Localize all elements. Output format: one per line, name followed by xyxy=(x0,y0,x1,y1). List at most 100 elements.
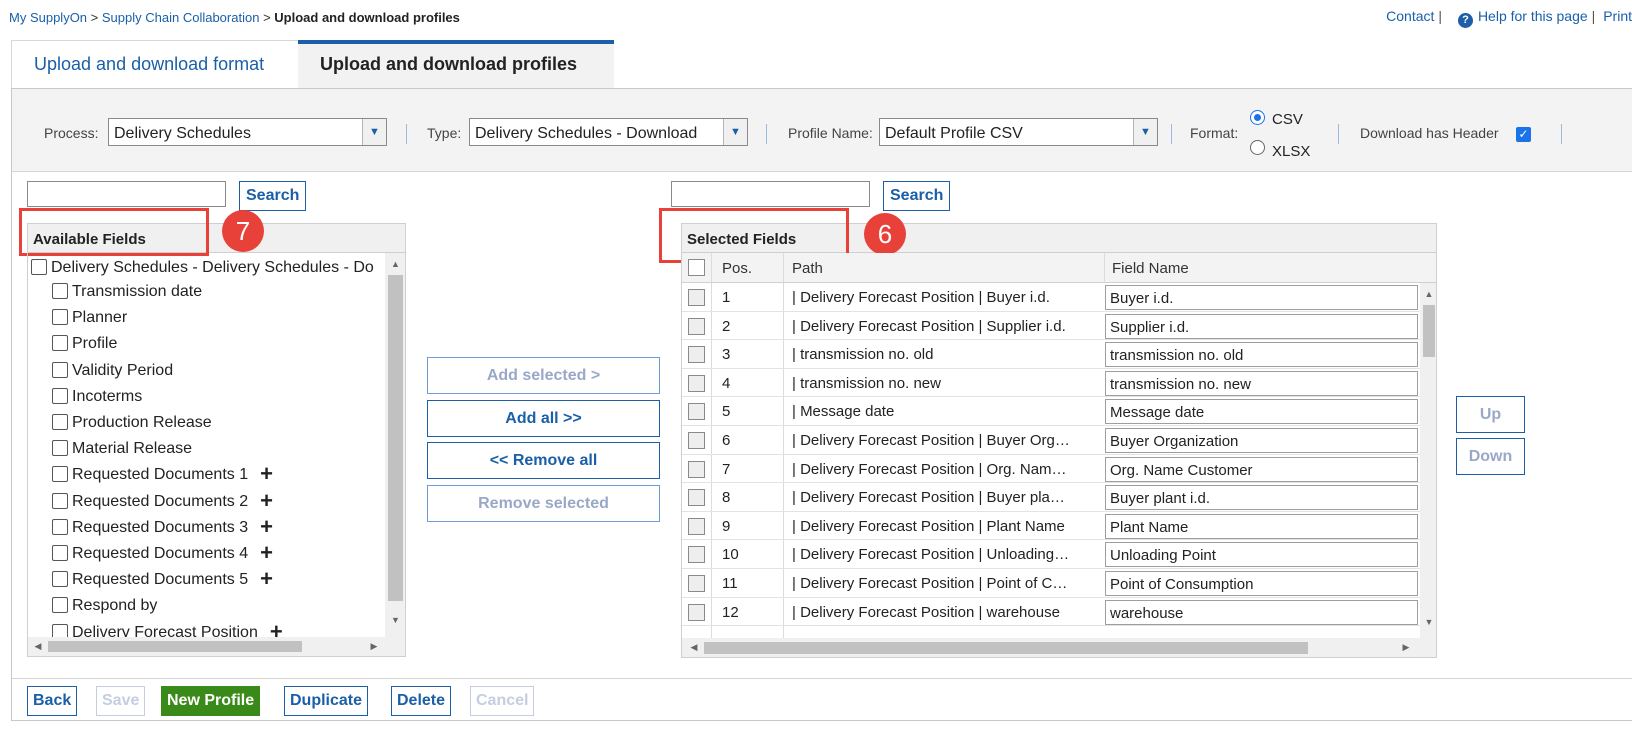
available-search-button[interactable]: Search xyxy=(239,181,307,211)
plus-icon[interactable]: + xyxy=(260,540,273,565)
field-name-input[interactable]: Message date xyxy=(1105,399,1418,425)
table-row[interactable]: 10 | Delivery Forecast Position | Unloadi… xyxy=(682,540,1420,569)
new-profile-button[interactable]: New Profile xyxy=(161,686,261,716)
scroll-down-icon[interactable]: ▼ xyxy=(385,615,405,625)
checkbox-icon[interactable] xyxy=(52,597,68,614)
field-name-input[interactable]: Buyer i.d. xyxy=(1105,285,1418,310)
checkbox-icon[interactable] xyxy=(52,466,68,483)
available-search-input[interactable] xyxy=(27,181,226,207)
tree-item[interactable]: Requested Documents 4 + xyxy=(52,542,273,569)
checkbox-icon[interactable] xyxy=(52,440,68,457)
scrollbar-thumb[interactable] xyxy=(704,642,1308,654)
download-header-checkbox[interactable]: ✓ xyxy=(1516,127,1531,142)
save-button[interactable]: Save xyxy=(96,686,146,716)
format-xlsx-radio[interactable] xyxy=(1250,140,1265,155)
plus-icon[interactable]: + xyxy=(260,566,273,591)
table-row[interactable]: 2 | Delivery Forecast Position | Supplier… xyxy=(682,312,1420,341)
horizontal-scrollbar[interactable]: ◀ ▶ xyxy=(682,638,1436,657)
type-select[interactable]: Delivery Schedules - Download ▼ xyxy=(469,118,748,146)
profile-name-select[interactable]: Default Profile CSV ▼ xyxy=(879,118,1158,146)
row-checkbox[interactable] xyxy=(688,374,705,392)
checkbox-icon[interactable] xyxy=(52,387,68,404)
row-checkbox[interactable] xyxy=(688,403,705,421)
vertical-scrollbar[interactable]: ▲ ▼ xyxy=(1420,283,1436,638)
scrollbar-thumb[interactable] xyxy=(388,275,403,601)
duplicate-button[interactable]: Duplicate xyxy=(284,686,369,716)
plus-icon[interactable]: + xyxy=(260,461,273,486)
tree-item[interactable]: Planner xyxy=(52,309,127,333)
remove-selected-button[interactable]: Remove selected xyxy=(427,485,660,522)
chevron-down-icon[interactable]: ▼ xyxy=(362,119,386,145)
chevron-down-icon[interactable]: ▼ xyxy=(1133,119,1157,145)
tree-item[interactable]: Profile xyxy=(52,335,117,359)
row-checkbox[interactable] xyxy=(688,546,705,564)
print-link[interactable]: Print xyxy=(1603,8,1632,24)
move-down-button[interactable]: Down xyxy=(1456,438,1525,475)
table-row[interactable]: 3 | transmission no. old transmission no. … xyxy=(682,340,1420,369)
scroll-right-icon[interactable]: ▶ xyxy=(368,641,380,652)
delete-button[interactable]: Delete xyxy=(391,686,452,716)
back-button[interactable]: Back xyxy=(27,686,78,716)
checkbox-icon[interactable] xyxy=(31,259,47,275)
row-checkbox[interactable] xyxy=(688,575,705,592)
row-checkbox[interactable] xyxy=(688,603,705,621)
contact-link[interactable]: Contact xyxy=(1386,8,1434,24)
checkbox-icon[interactable] xyxy=(52,518,68,535)
row-checkbox[interactable] xyxy=(688,517,705,535)
chevron-down-icon[interactable]: ▼ xyxy=(723,119,747,145)
field-name-input[interactable]: Point of Consumption xyxy=(1105,571,1418,596)
row-checkbox[interactable] xyxy=(688,432,705,449)
checkbox-icon[interactable] xyxy=(52,492,68,509)
scroll-down-icon[interactable]: ▼ xyxy=(1420,617,1436,627)
field-name-input[interactable]: Plant Name xyxy=(1105,513,1418,539)
cancel-button[interactable]: Cancel xyxy=(470,686,535,716)
checkbox-icon[interactable] xyxy=(52,545,68,561)
scroll-left-icon[interactable]: ◀ xyxy=(32,641,44,652)
scrollbar-thumb[interactable] xyxy=(1423,305,1435,357)
row-checkbox[interactable] xyxy=(688,489,705,507)
checkbox-icon[interactable] xyxy=(52,309,68,326)
table-row[interactable]: 11 | Delivery Forecast Position | Point o… xyxy=(682,569,1420,598)
plus-icon[interactable]: + xyxy=(260,514,273,539)
table-row[interactable]: 4 | transmission no. new transmission no. … xyxy=(682,369,1420,398)
breadcrumb-supply-chain[interactable]: Supply Chain Collaboration xyxy=(102,10,260,25)
table-row[interactable]: 7 | Delivery Forecast Position | Org. Nam… xyxy=(682,455,1420,484)
tree-item[interactable]: Validity Period xyxy=(52,361,173,386)
field-name-input[interactable]: Supplier i.d. xyxy=(1105,313,1418,339)
selected-search-input[interactable] xyxy=(671,181,870,207)
table-row[interactable]: 12 | Delivery Forecast Position | warehou… xyxy=(682,598,1420,627)
row-checkbox[interactable] xyxy=(688,346,705,364)
breadcrumb-my-supplyon[interactable]: My SupplyOn xyxy=(9,10,87,25)
checkbox-icon[interactable] xyxy=(52,335,68,352)
add-all-button[interactable]: Add all >> xyxy=(427,400,660,437)
tree-item[interactable]: Transmission date xyxy=(52,283,202,307)
plus-icon[interactable]: + xyxy=(260,488,273,513)
scroll-right-icon[interactable]: ▶ xyxy=(1400,642,1412,653)
table-row[interactable]: 6 | Delivery Forecast Position | Buyer Or… xyxy=(682,426,1420,455)
checkbox-icon[interactable] xyxy=(52,283,68,299)
tab-upload-download-profiles[interactable]: Upload and download profiles xyxy=(298,40,614,88)
row-checkbox[interactable] xyxy=(688,317,705,335)
scroll-up-icon[interactable]: ▲ xyxy=(1420,289,1436,299)
field-name-input[interactable]: Org. Name Customer xyxy=(1105,456,1418,482)
tab-upload-download-format[interactable]: Upload and download format xyxy=(11,40,298,88)
field-name-input[interactable]: transmission no. old xyxy=(1105,342,1418,368)
field-name-input[interactable]: Buyer plant i.d. xyxy=(1105,485,1418,511)
vertical-scrollbar[interactable]: ▲ ▼ xyxy=(385,253,405,637)
tree-item[interactable]: Requested Documents 2 + xyxy=(52,489,273,517)
tree-item[interactable]: Requested Documents 1 + xyxy=(52,463,273,490)
remove-all-button[interactable]: << Remove all xyxy=(427,442,660,479)
format-csv-radio[interactable] xyxy=(1250,110,1265,125)
scroll-up-icon[interactable]: ▲ xyxy=(385,259,405,269)
tree-item[interactable]: Incoterms xyxy=(52,387,142,412)
tree-root[interactable]: Delivery Schedules - Delivery Schedules … xyxy=(31,259,381,283)
field-name-input[interactable]: Unloading Point xyxy=(1105,542,1418,568)
tree-item[interactable]: Requested Documents 3 + xyxy=(52,515,273,543)
table-row[interactable]: 9 | Delivery Forecast Position | Plant Na… xyxy=(682,512,1420,541)
add-selected-button[interactable]: Add selected > xyxy=(427,357,660,394)
move-up-button[interactable]: Up xyxy=(1456,396,1525,433)
tree-item[interactable]: Respond by xyxy=(52,597,157,621)
scrollbar-thumb[interactable] xyxy=(48,641,302,652)
field-name-input[interactable]: warehouse xyxy=(1105,599,1418,625)
selected-search-button[interactable]: Search xyxy=(883,181,951,211)
